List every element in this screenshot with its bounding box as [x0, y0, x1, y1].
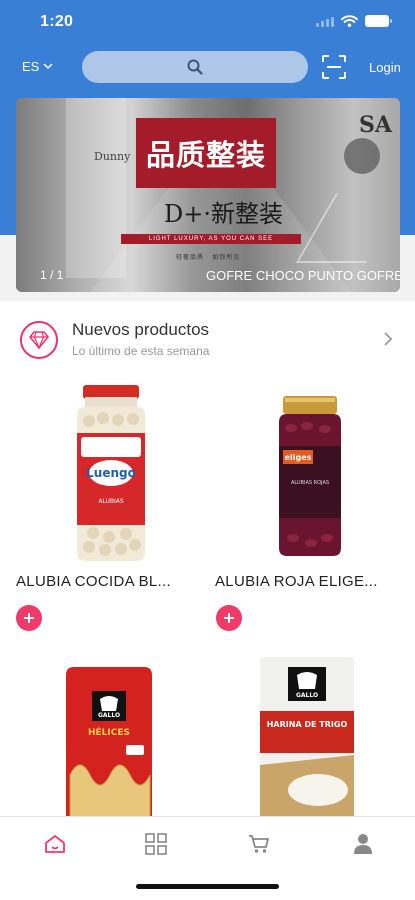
language-selector[interactable]: ES: [22, 59, 53, 74]
home-icon: [45, 835, 65, 853]
scan-icon[interactable]: [321, 54, 347, 80]
promo-banner[interactable]: Dunny SA 品质整装 D+·新整装 LIGHT LUXURY, AS YO…: [16, 98, 400, 292]
product-image: Luengo ALUBIAS: [16, 383, 206, 563]
banner-wall-text-right: SA: [359, 112, 392, 138]
add-to-cart-button[interactable]: [216, 605, 242, 631]
diamond-icon: [29, 331, 49, 349]
product-card[interactable]: GALLO HÉLICES: [60, 665, 160, 816]
cart-icon: [249, 835, 269, 853]
tab-home[interactable]: [40, 829, 70, 859]
product-label: ALUBIAS ROJAS: [291, 480, 329, 486]
search-bar[interactable]: [82, 51, 308, 83]
system-icons: [316, 15, 392, 27]
tab-categories[interactable]: [141, 829, 171, 859]
product-image: GALLO HARINA DE TRIGO: [260, 657, 354, 816]
new-products-section: Nuevos productos Lo último de esta seman…: [0, 301, 415, 816]
banner-wall-text-left: Dunny: [94, 150, 131, 163]
banner-small-text: 轻奢品质 · 如你所见: [176, 255, 241, 261]
banner-page-counter: 1 / 1: [40, 268, 64, 282]
product-card[interactable]: GALLO HARINA DE TRIGO: [256, 655, 360, 816]
banner-strip: LIGHT LUXURY, AS YOU CAN SEE: [121, 234, 301, 244]
product-brand: Luengo: [86, 466, 136, 480]
product-brand: GALLO: [98, 712, 120, 719]
add-to-cart-button[interactable]: [16, 605, 42, 631]
signal-icon: [316, 16, 334, 27]
battery-icon: [365, 15, 392, 27]
diamond-badge: [20, 321, 58, 359]
chevron-right-icon: [384, 332, 393, 346]
product-image: GALLO HÉLICES: [66, 667, 152, 816]
new-products-header[interactable]: Nuevos productos Lo último de esta seman…: [0, 301, 415, 367]
grid-icon: [145, 833, 167, 855]
product-label: HÉLICES: [88, 726, 130, 738]
product-brand: GALLO: [296, 692, 318, 699]
banner-caption: GOFRE CHOCO PUNTO GOFRE: [206, 268, 400, 283]
status-bar: 1:20: [0, 0, 415, 44]
product-card[interactable]: eliges ALUBIAS ROJAS ALUBIA ROJA ELIGE..…: [215, 383, 405, 633]
product-brand: eliges: [285, 453, 312, 462]
status-time: 1:20: [40, 13, 74, 30]
home-indicator: [136, 884, 279, 889]
tab-profile[interactable]: [348, 829, 378, 859]
user-icon: [354, 834, 372, 854]
section-subtitle: Lo último de esta semana: [72, 344, 210, 358]
chevron-down-icon: [43, 63, 53, 70]
banner-sign-text: 品质整装: [145, 138, 266, 172]
wifi-icon: [341, 15, 358, 27]
banner-subtitle: D+·新整装: [164, 200, 283, 228]
product-label: ALUBIAS: [98, 498, 124, 505]
section-title: Nuevos productos: [72, 320, 210, 339]
tab-cart[interactable]: [244, 829, 274, 859]
banner-circle-decor: [344, 138, 380, 174]
login-button[interactable]: Login: [369, 60, 401, 75]
product-label: HARINA DE TRIGO: [267, 720, 348, 729]
language-label: ES: [22, 59, 40, 74]
product-name: ALUBIA ROJA ELIGE...: [215, 573, 378, 590]
plus-icon: [24, 613, 34, 623]
product-image: eliges ALUBIAS ROJAS: [215, 383, 405, 563]
search-icon: [187, 59, 203, 75]
product-card[interactable]: Luengo ALUBIAS ALUBIA COCIDA BL...: [16, 383, 206, 633]
product-name: ALUBIA COCIDA BL...: [16, 573, 171, 590]
plus-icon: [224, 613, 234, 623]
banner-sign: 品质整装: [136, 118, 276, 188]
